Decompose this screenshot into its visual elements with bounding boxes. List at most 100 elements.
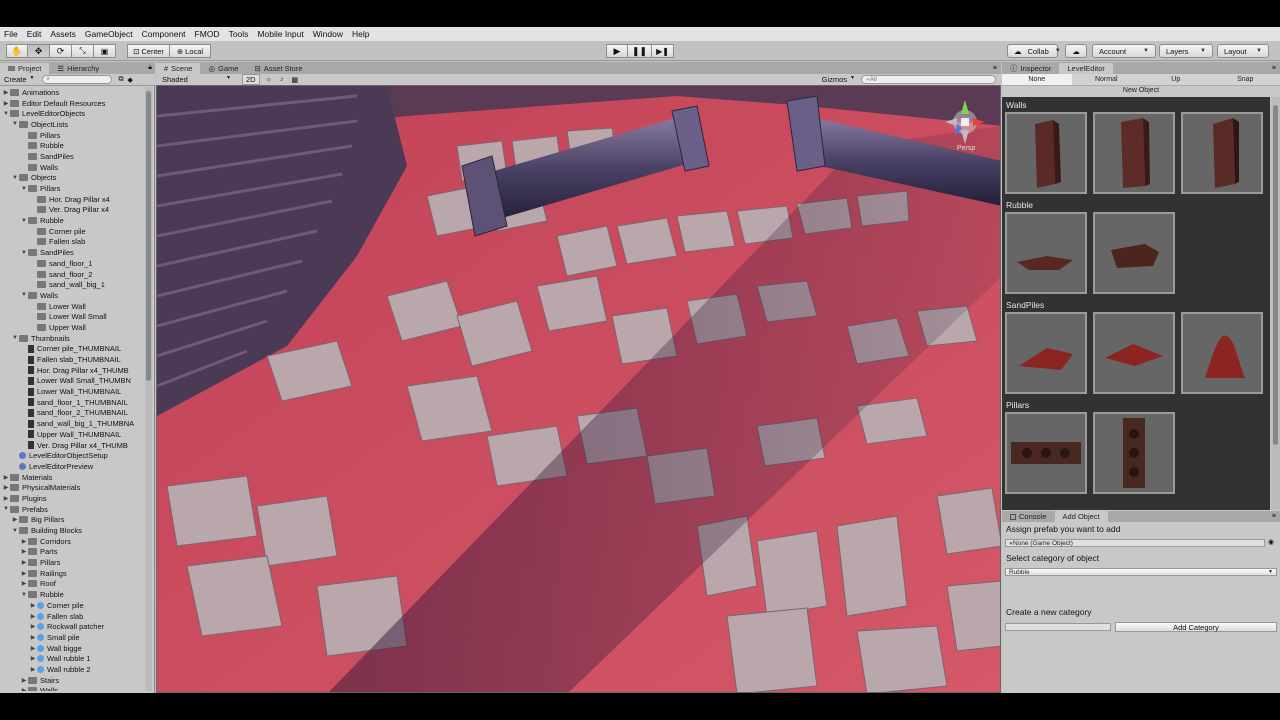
project-tree-item[interactable]: ▼ Thumbnails	[0, 333, 145, 344]
palette-item-sandpile-3[interactable]	[1181, 312, 1263, 394]
mode-snap[interactable]: Snap	[1211, 74, 1280, 85]
menu-fmod[interactable]: FMOD	[195, 29, 220, 39]
tab-console[interactable]: Console	[1002, 511, 1055, 522]
prefab-object-field[interactable]: ●None (Game Object)	[1005, 539, 1265, 547]
project-tree-item[interactable]: ▼ Rubble	[0, 215, 145, 226]
expand-arrow-closed-icon[interactable]: ▶	[29, 645, 37, 652]
expand-arrow-closed-icon[interactable]: ▶	[29, 613, 37, 620]
expand-arrow-open-icon[interactable]: ▼	[20, 250, 28, 256]
project-tree-item[interactable]: ▼ Building Blocks	[0, 525, 145, 536]
project-tree-item[interactable]: ▶ Fallen slab	[0, 611, 145, 622]
project-tree-item[interactable]: sand_floor_2_THUMBNAIL	[0, 408, 145, 419]
expand-arrow-open-icon[interactable]: ▼	[11, 528, 19, 534]
project-tree-item[interactable]: ▼ ObjectLists	[0, 119, 145, 130]
new-category-input[interactable]	[1005, 623, 1111, 631]
project-tree-item[interactable]: ▶ Stairs	[0, 675, 145, 686]
layers-dropdown[interactable]: Layers ▼	[1159, 44, 1213, 58]
tab-inspector[interactable]: ⓘ Inspector	[1002, 63, 1059, 74]
tab-project[interactable]: Project	[0, 63, 50, 74]
panel-menu-icon[interactable]: ≡	[1272, 513, 1280, 520]
project-tree-item[interactable]: Fallen slab	[0, 237, 145, 248]
expand-arrow-closed-icon[interactable]: ▶	[20, 677, 28, 684]
palette-item-pillar-2[interactable]	[1093, 412, 1175, 494]
project-tree-item[interactable]: Pillars	[0, 130, 145, 141]
project-tree-item[interactable]: Fallen slab_THUMBNAIL	[0, 354, 145, 365]
audio-icon[interactable]: ♪	[280, 76, 284, 83]
expand-arrow-closed-icon[interactable]: ▶	[29, 602, 37, 609]
mode-none[interactable]: None	[1002, 74, 1072, 85]
project-tree-item[interactable]: Ver. Drag Pillar x4_THUMB	[0, 440, 145, 451]
project-tree-item[interactable]: sand_wall_big_1_THUMBNA	[0, 418, 145, 429]
expand-arrow-closed-icon[interactable]: ▶	[2, 89, 10, 96]
add-category-button[interactable]: Add Category	[1115, 622, 1277, 632]
effects-icon[interactable]: ▩	[292, 76, 299, 84]
project-tree-item[interactable]: ▼ SandPiles	[0, 247, 145, 258]
2d-toggle[interactable]: 2D	[242, 74, 260, 85]
rotate-tool-button[interactable]: ⟳	[50, 44, 72, 58]
project-tree-item[interactable]: ▼ Walls	[0, 290, 145, 301]
filter-type-icon[interactable]: ⧉	[118, 76, 123, 84]
expand-arrow-open-icon[interactable]: ▼	[2, 506, 10, 512]
project-tree-item[interactable]: ▶ Wall bigge	[0, 643, 145, 654]
palette-item-wall-2[interactable]	[1093, 112, 1175, 194]
project-tree-item[interactable]: Lower Wall	[0, 301, 145, 312]
lock-icon[interactable]: 🔒︎	[148, 64, 155, 72]
shading-mode-dropdown[interactable]: Shaded ▼	[156, 75, 234, 84]
menu-help[interactable]: Help	[352, 29, 369, 39]
move-tool-button[interactable]: ✥	[28, 44, 50, 58]
layout-dropdown[interactable]: Layout ▼	[1217, 44, 1269, 58]
expand-arrow-open-icon[interactable]: ▼	[11, 175, 19, 181]
tab-add-object[interactable]: Add Object	[1054, 511, 1108, 522]
project-search-input[interactable]: ⌕	[42, 75, 113, 84]
project-tree-item[interactable]: Lower Wall Small	[0, 311, 145, 322]
expand-arrow-closed-icon[interactable]: ▶	[20, 538, 28, 545]
scene-search-input[interactable]: ⌕All	[861, 75, 996, 84]
expand-arrow-open-icon[interactable]: ▼	[20, 292, 28, 298]
expand-arrow-closed-icon[interactable]: ▶	[2, 100, 10, 107]
object-picker-icon[interactable]: ◉	[1268, 538, 1274, 546]
expand-arrow-open-icon[interactable]: ▼	[11, 335, 19, 341]
project-tree-item[interactable]: sand_floor_2	[0, 269, 145, 280]
project-tree-item[interactable]: ▶ Rockwall patcher	[0, 621, 145, 632]
menu-window[interactable]: Window	[313, 29, 343, 39]
expand-arrow-open-icon[interactable]: ▼	[2, 111, 10, 117]
project-scrollbar-thumb[interactable]	[146, 91, 151, 381]
project-tree-item[interactable]: ▼ Pillars	[0, 183, 145, 194]
menu-edit[interactable]: Edit	[27, 29, 42, 39]
palette-item-pillar-1[interactable]	[1005, 412, 1087, 494]
panel-menu-icon[interactable]: ≡	[993, 65, 1001, 72]
create-dropdown[interactable]: Create ▼	[0, 75, 38, 84]
pivot-center-button[interactable]: ⊡ Center	[127, 44, 170, 58]
tab-asset-store[interactable]: ⊟ Asset Store	[246, 63, 310, 74]
project-tree-item[interactable]: ▶ Corner pile	[0, 600, 145, 611]
step-button[interactable]: ▶❚	[652, 44, 675, 58]
panel-menu-icon[interactable]: ≡	[1272, 65, 1280, 72]
project-tree-item[interactable]: ▶ Corridors	[0, 536, 145, 547]
menu-assets[interactable]: Assets	[50, 29, 76, 39]
palette-scrollbar[interactable]	[1271, 97, 1280, 510]
menu-gameobject[interactable]: GameObject	[85, 29, 133, 39]
project-tree-item[interactable]: ▶ PhysicalMaterials	[0, 482, 145, 493]
play-button[interactable]: ▶	[606, 44, 628, 58]
project-tree-item[interactable]: SandPiles	[0, 151, 145, 162]
project-tree-item[interactable]: Corner pile	[0, 226, 145, 237]
filter-label-icon[interactable]: ◆	[127, 76, 132, 84]
menu-file[interactable]: File	[4, 29, 18, 39]
project-tree-item[interactable]: Ver. Drag Pillar x4	[0, 205, 145, 216]
expand-arrow-open-icon[interactable]: ▼	[20, 592, 28, 598]
project-tree-item[interactable]: ▶ Big Pillars	[0, 515, 145, 526]
project-scrollbar[interactable]	[145, 87, 152, 691]
palette-item-wall-3[interactable]	[1181, 112, 1263, 194]
project-tree-item[interactable]: ▶ Roof	[0, 579, 145, 590]
project-tree-item[interactable]: Walls	[0, 162, 145, 173]
project-tree-item[interactable]: ▼ Prefabs	[0, 504, 145, 515]
project-tree-item[interactable]: sand_floor_1_THUMBNAIL	[0, 397, 145, 408]
mode-up[interactable]: Up	[1141, 74, 1211, 85]
scene-viewport[interactable]: Persp	[156, 85, 1001, 693]
rect-tool-button[interactable]: ▣	[94, 44, 116, 58]
project-tree-item[interactable]: LevelEditorObjectSetup	[0, 450, 145, 461]
project-tree-item[interactable]: Upper Wall_THUMBNAIL	[0, 429, 145, 440]
palette-item-sandpile-1[interactable]	[1005, 312, 1087, 394]
project-tree-item[interactable]: Lower Wall_THUMBNAIL	[0, 386, 145, 397]
expand-arrow-closed-icon[interactable]: ▶	[29, 655, 37, 662]
